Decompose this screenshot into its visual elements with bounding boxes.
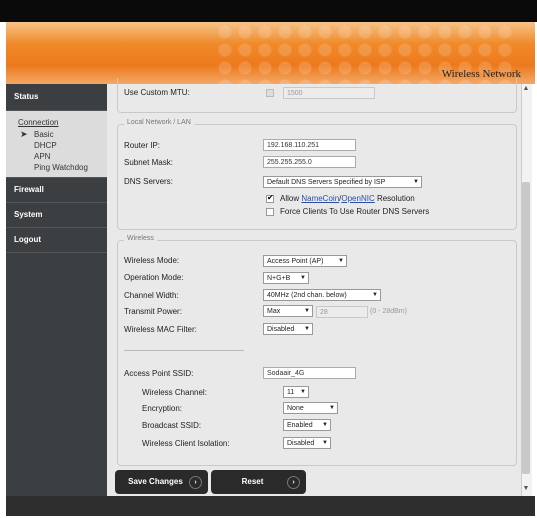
dns-servers-select[interactable]: Default DNS Servers Specified by ISP ▼ (263, 176, 422, 188)
sidebar: Status Connection Basic DHCP APN Ping Wa… (6, 84, 107, 496)
force-dns-label: Force Clients To Use Router DNS Servers (280, 207, 430, 216)
transmit-power-select[interactable]: Max ▼ (263, 305, 313, 317)
wireless-channel-label: Wireless Channel: (142, 388, 207, 397)
sidebar-item-logout[interactable]: Logout (6, 228, 107, 253)
scroll-down-arrow-icon[interactable]: ▼ (521, 484, 531, 494)
chevron-down-icon: ▼ (372, 292, 378, 298)
chevron-down-icon: ▼ (413, 179, 419, 185)
operation-mode-label: Operation Mode: (124, 273, 184, 282)
chevron-down-icon: ▼ (338, 258, 344, 264)
sidebar-item-system[interactable]: System (6, 203, 107, 228)
chevron-down-icon: ▼ (300, 389, 306, 395)
lan-legend: Local Network / LAN (124, 119, 194, 126)
mtu-checkbox[interactable] (266, 89, 274, 97)
mac-filter-label: Wireless MAC Filter: (124, 325, 197, 334)
header-banner: Wireless Network (6, 22, 535, 84)
mtu-label: Use Custom MTU: (124, 88, 190, 97)
allow-resolution-checkbox[interactable] (266, 193, 274, 203)
broadcast-ssid-label: Broadcast SSID: (142, 421, 202, 430)
ssid-input[interactable]: Sodaair_4G (263, 367, 356, 379)
chevron-down-icon: ▼ (322, 422, 328, 428)
divider (124, 350, 244, 351)
bottom-bar (6, 496, 535, 516)
sidebar-group-connection: Connection Basic DHCP APN Ping Watchdog (6, 111, 107, 178)
sidebar-item-firewall[interactable]: Firewall (6, 178, 107, 203)
scrollbar-thumb[interactable] (522, 182, 530, 474)
wireless-mode-select[interactable]: Access Point (AP) ▼ (263, 255, 347, 267)
channel-width-select[interactable]: 40MHz (2nd chan. below) ▼ (263, 289, 381, 301)
sidebar-item-dhcp[interactable]: DHCP (6, 140, 107, 151)
dns-servers-value: Default DNS Servers Specified by ISP (267, 179, 386, 186)
allow-resolution-label: Allow NameCoin/OpenNIC Resolution (280, 194, 415, 203)
subnet-mask-input[interactable]: 255.255.255.0 (263, 156, 356, 168)
transmit-power-input[interactable]: 28 (316, 306, 368, 318)
encryption-select[interactable]: None ▼ (283, 402, 338, 414)
chevron-down-icon: ▼ (329, 405, 335, 411)
sidebar-item-apn[interactable]: APN (6, 151, 107, 162)
wireless-mode-label: Wireless Mode: (124, 256, 180, 265)
client-isolation-label: Wireless Client Isolation: (142, 439, 230, 448)
encryption-label: Encryption: (142, 404, 183, 413)
dns-servers-label: DNS Servers: (124, 177, 173, 186)
chevron-down-icon: ▼ (300, 275, 306, 281)
opennic-link[interactable]: OpenNIC (341, 194, 374, 203)
mtu-input[interactable]: 1500 (283, 87, 375, 99)
wireless-legend: Wireless (124, 235, 157, 242)
force-dns-checkbox[interactable] (266, 208, 274, 216)
client-isolation-select[interactable]: Disabled ▼ (283, 437, 331, 449)
namecoin-link[interactable]: NameCoin (301, 194, 339, 203)
mac-filter-select[interactable]: Disabled ▼ (263, 323, 313, 335)
channel-width-label: Channel Width: (124, 291, 179, 300)
top-bar (0, 0, 537, 22)
reset-button[interactable]: Reset › (211, 470, 306, 494)
chevron-down-icon: ▼ (304, 326, 310, 332)
sidebar-item-status[interactable]: Status (6, 84, 107, 111)
save-changes-button[interactable]: Save Changes › (115, 470, 208, 494)
chevron-right-icon: › (189, 476, 202, 489)
router-ip-label: Router IP: (124, 141, 161, 150)
broadcast-ssid-select[interactable]: Enabled ▼ (283, 419, 331, 431)
wireless-channel-select[interactable]: 11 ▼ (283, 386, 309, 398)
operation-mode-select[interactable]: N+G+B ▼ (263, 272, 309, 284)
transmit-power-range: (0 - 28dBm) (370, 308, 407, 315)
scroll-up-arrow-icon[interactable]: ▲ (521, 84, 531, 94)
sidebar-item-ping-watchdog[interactable]: Ping Watchdog (6, 162, 107, 173)
subnet-mask-label: Subnet Mask: (124, 158, 173, 167)
chevron-down-icon: ▼ (322, 440, 328, 446)
sidebar-item-basic[interactable]: Basic (6, 129, 107, 140)
router-ip-input[interactable]: 192.168.110.251 (263, 139, 356, 151)
chevron-down-icon: ▼ (304, 308, 310, 314)
ssid-label: Access Point SSID: (124, 369, 194, 378)
transmit-power-label: Transmit Power: (124, 307, 182, 316)
chevron-right-icon: › (287, 476, 300, 489)
sidebar-item-connection[interactable]: Connection (6, 117, 107, 129)
